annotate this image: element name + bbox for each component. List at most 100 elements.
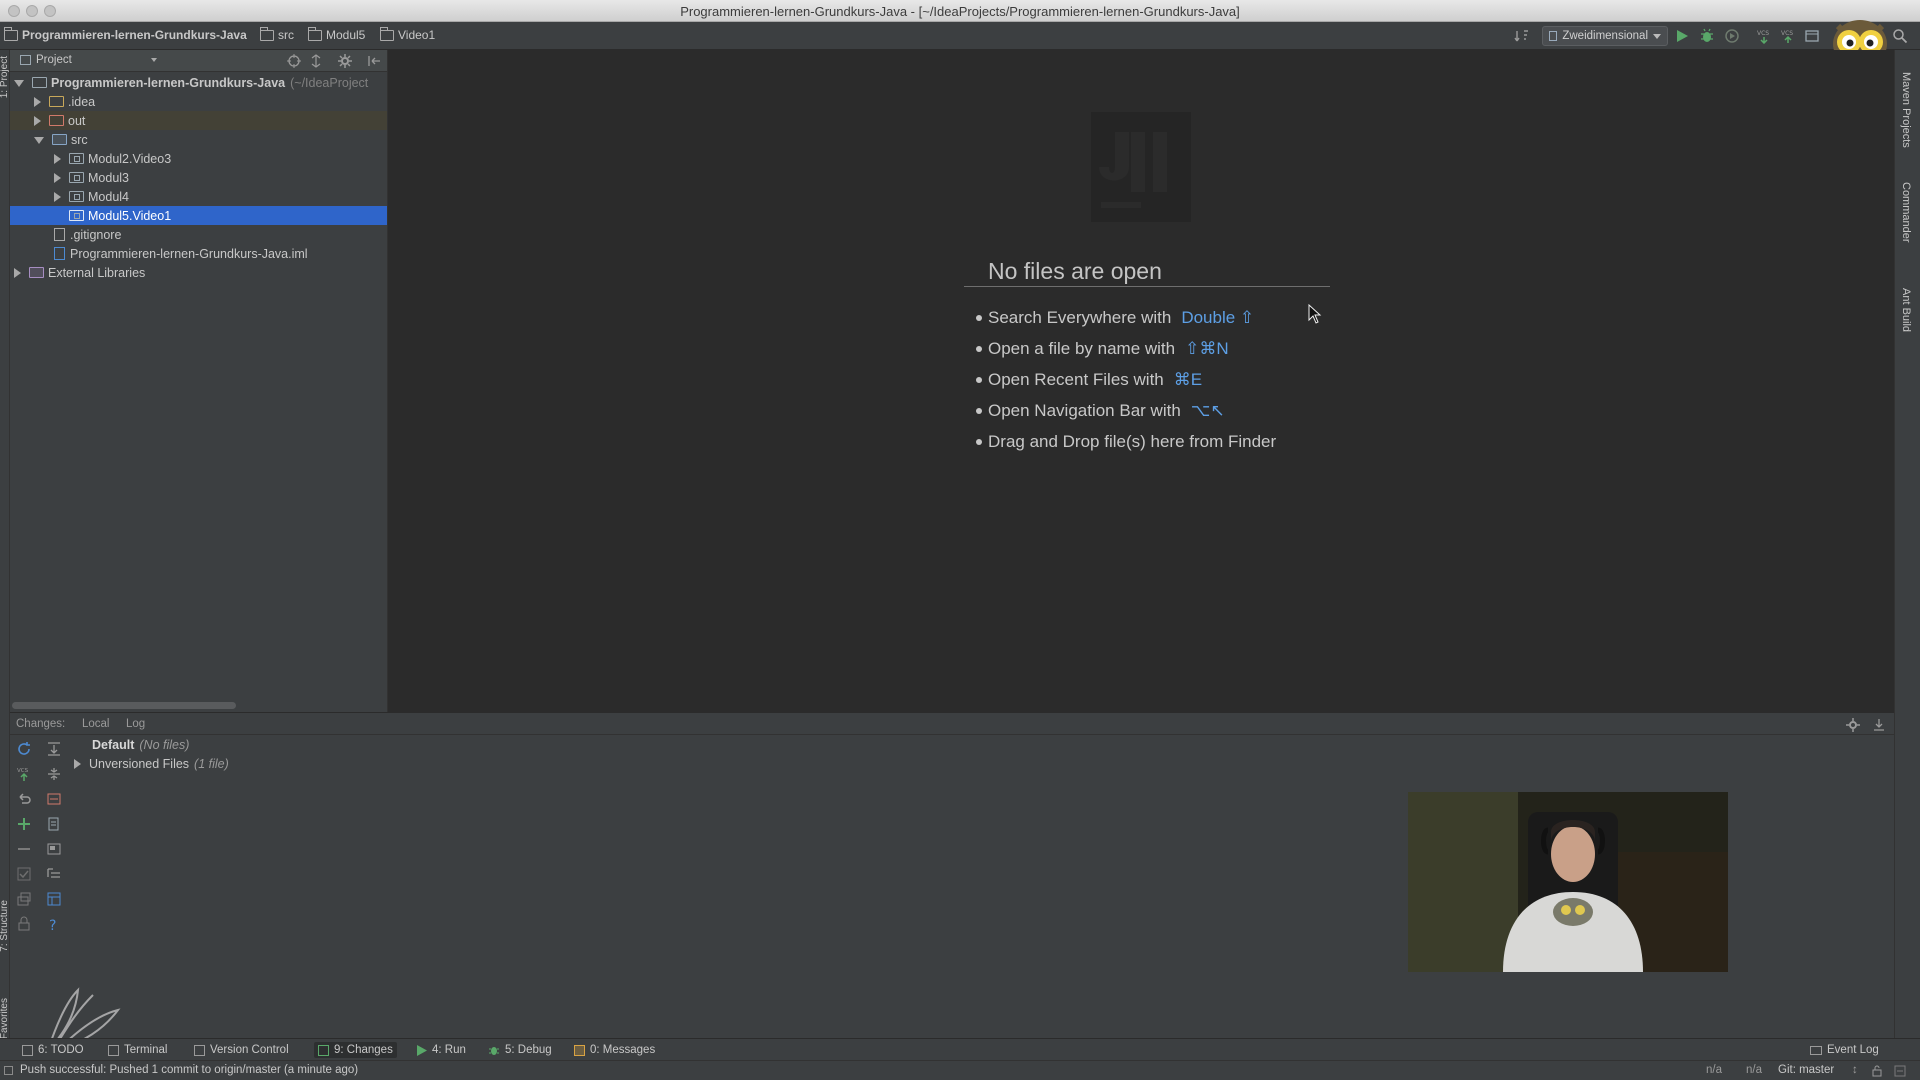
breadcrumb-src[interactable]: src bbox=[260, 26, 294, 42]
structure-stripe-button[interactable]: 7: Structure bbox=[0, 900, 10, 952]
run-configuration-select[interactable]: Zweidimensional bbox=[1542, 26, 1668, 46]
folder-icon bbox=[49, 96, 64, 107]
inspector-icon[interactable] bbox=[1894, 1065, 1906, 1077]
changelist-unversioned[interactable]: Unversioned Files (1 file) bbox=[74, 757, 229, 771]
tree-item-idea[interactable]: .idea bbox=[10, 92, 387, 111]
version-control-tool-button[interactable]: Version Control bbox=[190, 1042, 293, 1058]
refresh-icon[interactable] bbox=[16, 741, 32, 757]
project-icon bbox=[20, 55, 31, 65]
changelist-name: Default bbox=[92, 738, 135, 752]
gear-icon[interactable] bbox=[1846, 718, 1860, 732]
todo-tool-button[interactable]: 6: TODO bbox=[18, 1042, 88, 1058]
remove-icon[interactable] bbox=[16, 841, 32, 857]
breadcrumb-modul5[interactable]: Modul5 bbox=[308, 26, 365, 42]
collapsed-arrow-icon bbox=[14, 267, 21, 278]
coverage-icon[interactable] bbox=[1724, 28, 1740, 44]
tree-item-label: Modul3 bbox=[88, 170, 129, 185]
event-log-tool-button[interactable]: Event Log bbox=[1806, 1042, 1883, 1058]
tree-item-label: src bbox=[71, 132, 88, 147]
tool-button-label: 4: Run bbox=[432, 1044, 466, 1056]
chevron-down-icon bbox=[150, 58, 157, 62]
commander-stripe-button[interactable]: Commander bbox=[1900, 182, 1912, 243]
shelve-icon[interactable] bbox=[16, 891, 32, 907]
hint-text: Search Everywhere with bbox=[988, 308, 1172, 327]
diff-icon[interactable] bbox=[46, 791, 62, 807]
tree-item-out[interactable]: out bbox=[10, 111, 387, 130]
gear-icon[interactable] bbox=[338, 54, 352, 68]
vcs-commit-icon[interactable]: VCS bbox=[16, 766, 32, 782]
toggle-tool-windows-icon[interactable] bbox=[4, 1066, 13, 1075]
checkbox-icon[interactable] bbox=[16, 866, 32, 882]
changes-tool-button[interactable]: 9: Changes bbox=[314, 1042, 397, 1058]
locate-icon[interactable] bbox=[287, 54, 301, 68]
webcam-person-image bbox=[1408, 792, 1728, 972]
collapse-all-icon[interactable] bbox=[46, 766, 62, 782]
hide-panel-icon[interactable] bbox=[1872, 718, 1886, 732]
group-by-icon[interactable] bbox=[46, 866, 62, 882]
expanded-arrow-icon bbox=[34, 137, 44, 144]
git-branch-widget[interactable]: Git: master bbox=[1778, 1064, 1834, 1076]
cursor-position: n/a bbox=[1706, 1064, 1722, 1076]
tab-local[interactable]: Local bbox=[82, 718, 110, 730]
expand-all-icon[interactable] bbox=[46, 741, 62, 757]
hint-navigation-bar: Open Navigation Bar with ⌥↖ bbox=[976, 401, 1225, 421]
run-tool-button[interactable]: 4: Run bbox=[412, 1042, 470, 1058]
vcs-commit-icon[interactable]: VCS bbox=[1780, 28, 1796, 44]
tree-item-modul2-video3[interactable]: Modul2.Video3 bbox=[10, 149, 387, 168]
folder-icon bbox=[380, 26, 394, 41]
divider bbox=[964, 286, 1330, 287]
shortcut-key: ⌥↖ bbox=[1190, 401, 1225, 420]
messages-tool-button[interactable]: 0: Messages bbox=[570, 1042, 659, 1058]
breadcrumb-project[interactable]: Programmieren-lernen-Grundkurs-Java bbox=[4, 26, 247, 42]
debug-icon[interactable] bbox=[1699, 28, 1715, 44]
maven-projects-stripe-button[interactable]: Maven Projects bbox=[1900, 72, 1912, 148]
intellij-logo-watermark bbox=[1091, 112, 1191, 222]
rollback-icon[interactable] bbox=[16, 791, 32, 807]
details-icon[interactable] bbox=[46, 891, 62, 907]
terminal-tool-button[interactable]: Terminal bbox=[104, 1042, 171, 1058]
ant-build-stripe-button[interactable]: Ant Build bbox=[1900, 288, 1912, 332]
chevron-down-icon bbox=[1653, 33, 1661, 39]
svg-text:VCS: VCS bbox=[17, 768, 29, 774]
shortcut-key: ⌘E bbox=[1173, 370, 1203, 389]
updown-icon[interactable]: ↕ bbox=[1852, 1064, 1858, 1076]
tab-log[interactable]: Log bbox=[126, 718, 145, 730]
add-icon[interactable] bbox=[16, 816, 32, 832]
changelist-default[interactable]: Default (No files) bbox=[92, 738, 189, 752]
project-view-select[interactable]: Project bbox=[20, 54, 157, 66]
tree-item-iml[interactable]: Programmieren-lernen-Grundkurs-Java.iml bbox=[10, 244, 387, 263]
hide-panel-icon[interactable] bbox=[367, 54, 381, 68]
breadcrumb-video1[interactable]: Video1 bbox=[380, 26, 435, 42]
status-message[interactable]: Push successful: Pushed 1 commit to orig… bbox=[20, 1064, 358, 1076]
folder-icon bbox=[260, 26, 274, 41]
copy-icon[interactable] bbox=[46, 816, 62, 832]
vcs-update-icon[interactable]: VCS bbox=[1756, 28, 1772, 44]
sort-icon[interactable] bbox=[1514, 28, 1530, 44]
horizontal-scrollbar[interactable] bbox=[12, 702, 236, 709]
hint-drag-drop: Drag and Drop file(s) here from Finder bbox=[976, 432, 1276, 452]
tree-item-gitignore[interactable]: .gitignore bbox=[10, 225, 387, 244]
debug-tool-button[interactable]: 5: Debug bbox=[484, 1042, 556, 1058]
hint-text: Open a file by name with bbox=[988, 339, 1176, 358]
project-structure-icon[interactable] bbox=[1804, 28, 1820, 44]
excluded-folder-icon bbox=[49, 115, 64, 126]
preview-icon[interactable] bbox=[46, 841, 62, 857]
tree-item-src[interactable]: src bbox=[10, 130, 387, 149]
tree-item-modul4[interactable]: Modul4 bbox=[10, 187, 387, 206]
tree-item-project-root[interactable]: Programmieren-lernen-Grundkurs-Java (~/I… bbox=[10, 73, 387, 92]
tree-item-modul5-video1[interactable]: Modul5.Video1 bbox=[10, 206, 387, 225]
tree-item-modul3[interactable]: Modul3 bbox=[10, 168, 387, 187]
help-icon[interactable]: ? bbox=[46, 916, 62, 932]
lock-icon[interactable] bbox=[16, 916, 32, 932]
changelist-name: Unversioned Files bbox=[89, 757, 190, 771]
run-icon[interactable] bbox=[1674, 28, 1690, 44]
collapse-all-icon[interactable] bbox=[309, 54, 323, 68]
bullet bbox=[976, 315, 982, 321]
search-icon[interactable] bbox=[1892, 28, 1908, 44]
project-stripe-button[interactable]: 1: Project bbox=[0, 56, 10, 98]
source-folder-icon bbox=[52, 134, 67, 145]
lock-icon[interactable] bbox=[1872, 1065, 1882, 1077]
tree-item-external-libraries[interactable]: External Libraries bbox=[10, 263, 387, 282]
file-icon bbox=[54, 228, 65, 241]
application-icon bbox=[1549, 31, 1558, 41]
